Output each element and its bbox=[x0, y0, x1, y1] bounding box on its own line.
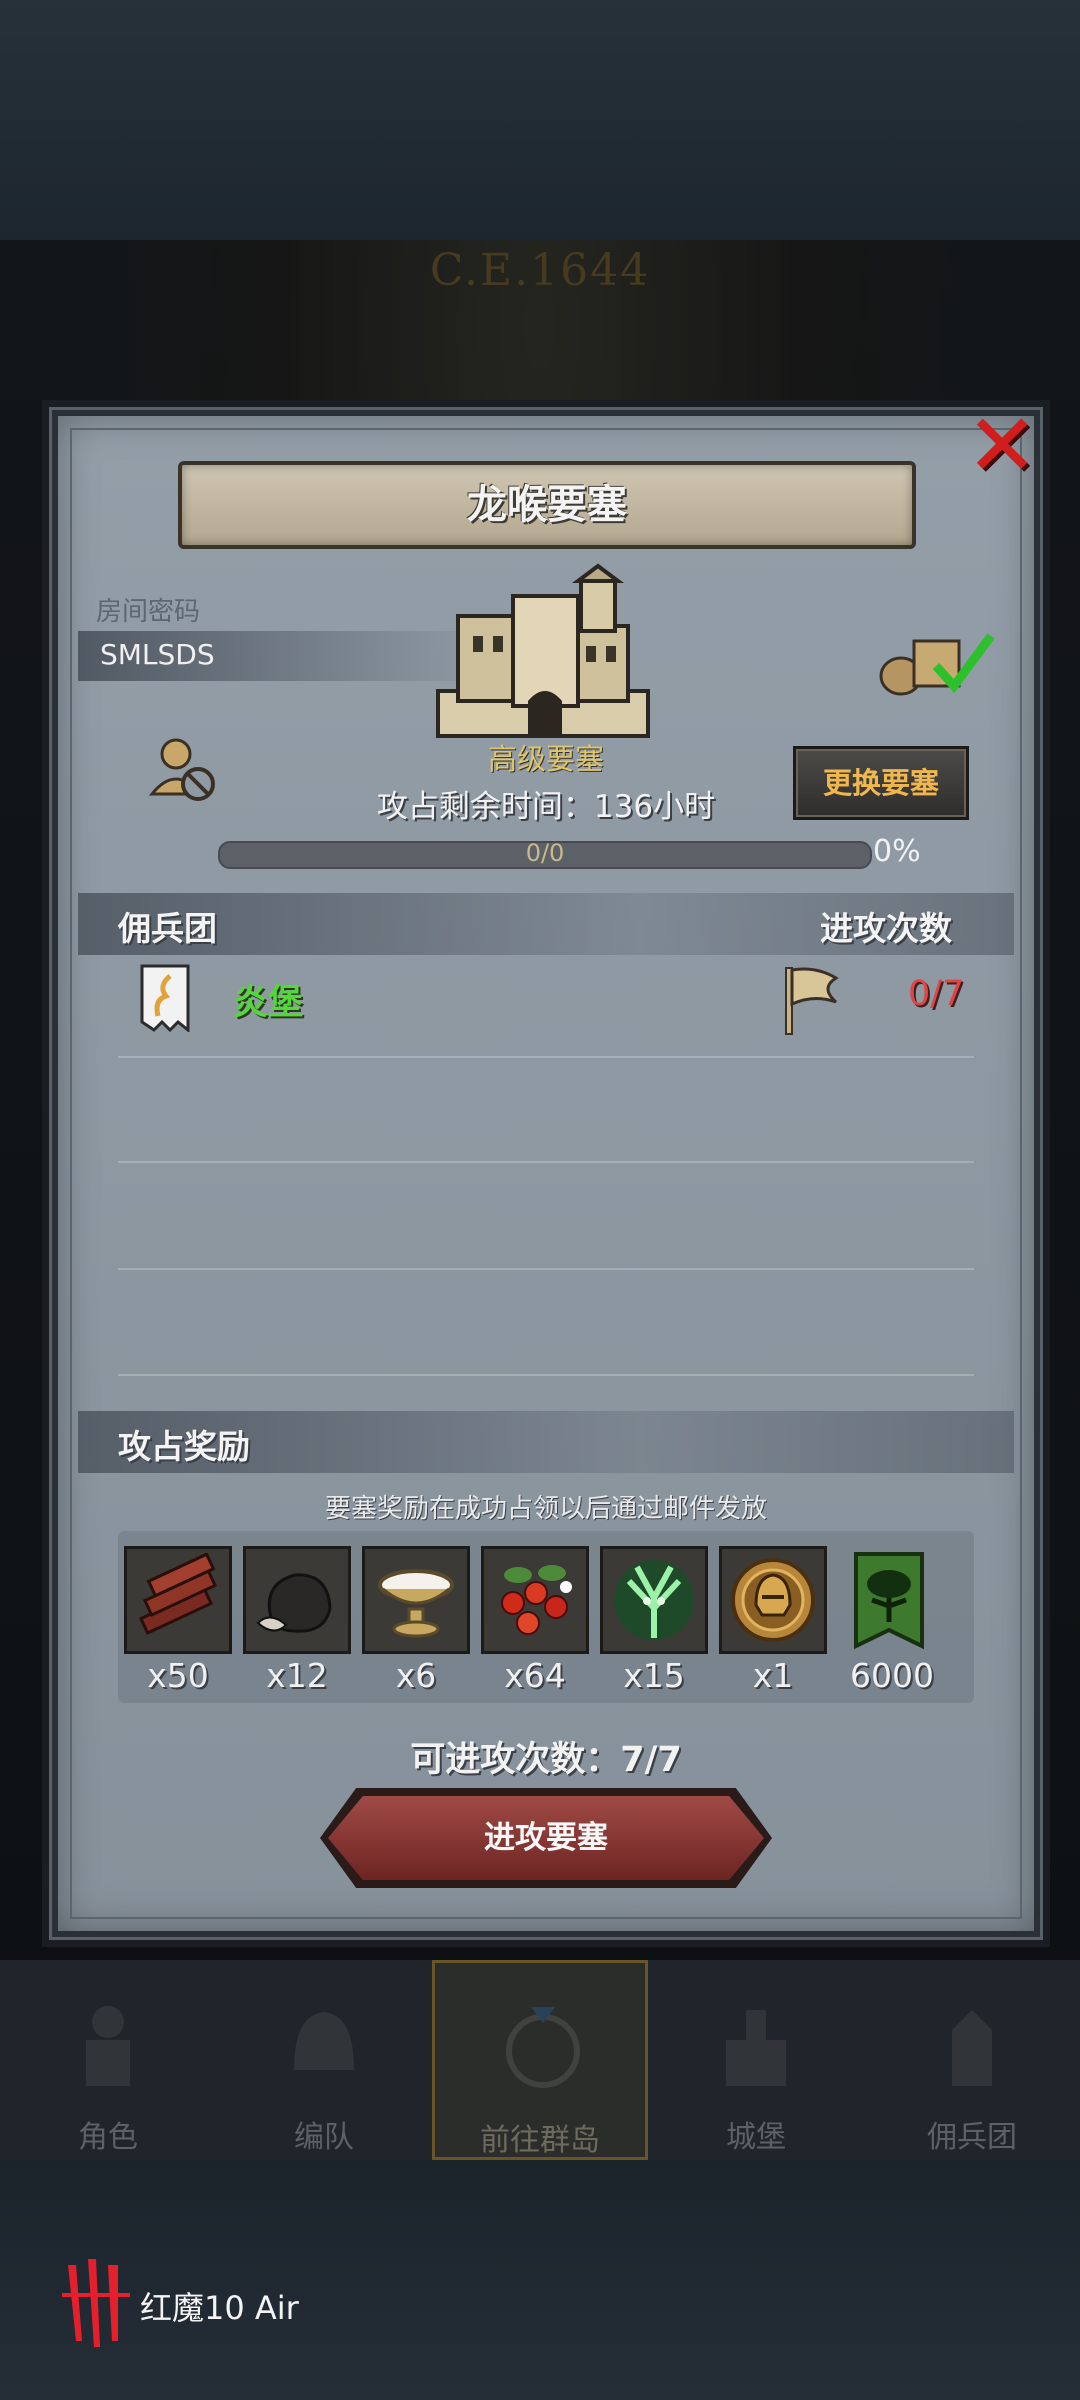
progress-percent: 0% bbox=[873, 834, 921, 869]
reward-qty: x1 bbox=[752, 1656, 794, 1695]
reward-qty: x12 bbox=[266, 1656, 328, 1695]
mercenary-name[interactable]: 炎堡 bbox=[233, 974, 303, 1025]
nav-item-islands[interactable]: 前往群岛 bbox=[432, 1960, 648, 2160]
loot-check-icon[interactable] bbox=[876, 621, 996, 701]
fortress-dialog: ✕ 龙喉要塞 房间密码 SMLSDS 高级要塞 更换要塞 攻占剩余时间：136小… bbox=[49, 403, 1043, 1940]
rewards-header: 攻占奖励 bbox=[118, 1427, 250, 1466]
helmet-icon bbox=[294, 2012, 354, 2070]
reward-item[interactable]: 6000 bbox=[838, 1546, 946, 1695]
attack-count-header: 进攻次数 bbox=[820, 909, 952, 948]
reward-item[interactable]: x15 bbox=[600, 1546, 708, 1695]
reward-qty: 6000 bbox=[850, 1656, 934, 1695]
green-spirit-icon bbox=[614, 1560, 694, 1640]
reward-item[interactable]: x12 bbox=[243, 1546, 351, 1695]
tree-banner-icon bbox=[854, 1552, 924, 1650]
reward-qty: x64 bbox=[504, 1656, 566, 1695]
attack-count: 0/7 bbox=[908, 974, 965, 1014]
reward-item[interactable]: x1 bbox=[719, 1546, 827, 1695]
nav-label: 角色 bbox=[78, 2120, 138, 2155]
status-area bbox=[0, 0, 1080, 240]
wood-planks-icon bbox=[138, 1553, 218, 1636]
helmet-medal-icon bbox=[731, 1558, 815, 1642]
nav-label: 佣兵团 bbox=[927, 2120, 1017, 2155]
knight-icon bbox=[86, 2006, 130, 2086]
device-brand: 红魔10 Air bbox=[140, 2289, 299, 2327]
nav-item-character[interactable]: 角色 bbox=[0, 1960, 216, 2160]
nav-label: 编队 bbox=[294, 2120, 354, 2155]
room-password-value: SMLSDS bbox=[100, 638, 215, 671]
nav-item-mercenary[interactable]: 佣兵团 bbox=[864, 1960, 1080, 2160]
row-divider bbox=[118, 1268, 974, 1270]
brand-logo-icon bbox=[62, 2259, 130, 2347]
row-divider bbox=[118, 1374, 974, 1376]
nav-item-formation[interactable]: 编队 bbox=[216, 1960, 432, 2160]
room-password-label: 房间密码 bbox=[96, 597, 201, 627]
bottom-nav: 角色 编队 前往群岛 城堡 佣兵团 bbox=[0, 1960, 1080, 2160]
attack-fortress-button[interactable]: 进攻要塞 bbox=[328, 1796, 764, 1880]
attack-time-remaining: 攻占剩余时间：136小时 bbox=[376, 789, 716, 825]
nav-item-castle[interactable]: 城堡 bbox=[648, 1960, 864, 2160]
compass-icon bbox=[506, 2007, 580, 2088]
reward-item[interactable]: x50 bbox=[124, 1546, 232, 1695]
attacks-left: 可进攻次数：7/7 bbox=[410, 1740, 682, 1780]
mercenary-header: 佣兵团 bbox=[118, 909, 217, 948]
device-bar bbox=[0, 2160, 1080, 2400]
progress-text: 0/0 bbox=[525, 839, 565, 867]
fortress-icon bbox=[436, 563, 650, 738]
dialog-title: 龙喉要塞 bbox=[467, 482, 627, 528]
reward-note: 要塞奖励在成功占领以后通过邮件发放 bbox=[324, 1494, 767, 1524]
capture-progress-bar: 0/0 bbox=[218, 839, 872, 869]
reward-item[interactable]: x6 bbox=[362, 1546, 470, 1695]
flag-icon bbox=[785, 967, 839, 1035]
close-button[interactable]: ✕ bbox=[960, 403, 1044, 489]
castle-icon bbox=[726, 2010, 786, 2086]
reward-item[interactable]: x64 bbox=[481, 1546, 589, 1695]
reward-qty: x15 bbox=[623, 1656, 685, 1695]
berries-icon bbox=[501, 1565, 572, 1635]
row-divider bbox=[118, 1161, 974, 1163]
reward-qty: x50 bbox=[147, 1656, 209, 1695]
salt-bowl-icon bbox=[378, 1569, 454, 1638]
nav-label: 城堡 bbox=[726, 2120, 786, 2155]
row-divider bbox=[118, 1056, 974, 1058]
ore-chunk-icon bbox=[256, 1573, 332, 1633]
nav-label: 前往群岛 bbox=[480, 2123, 600, 2158]
mercenary-icon bbox=[952, 2010, 992, 2086]
title-banner: 龙喉要塞 bbox=[178, 461, 916, 549]
reward-qty: x6 bbox=[395, 1656, 437, 1695]
mercenary-banner-icon bbox=[140, 964, 190, 1032]
